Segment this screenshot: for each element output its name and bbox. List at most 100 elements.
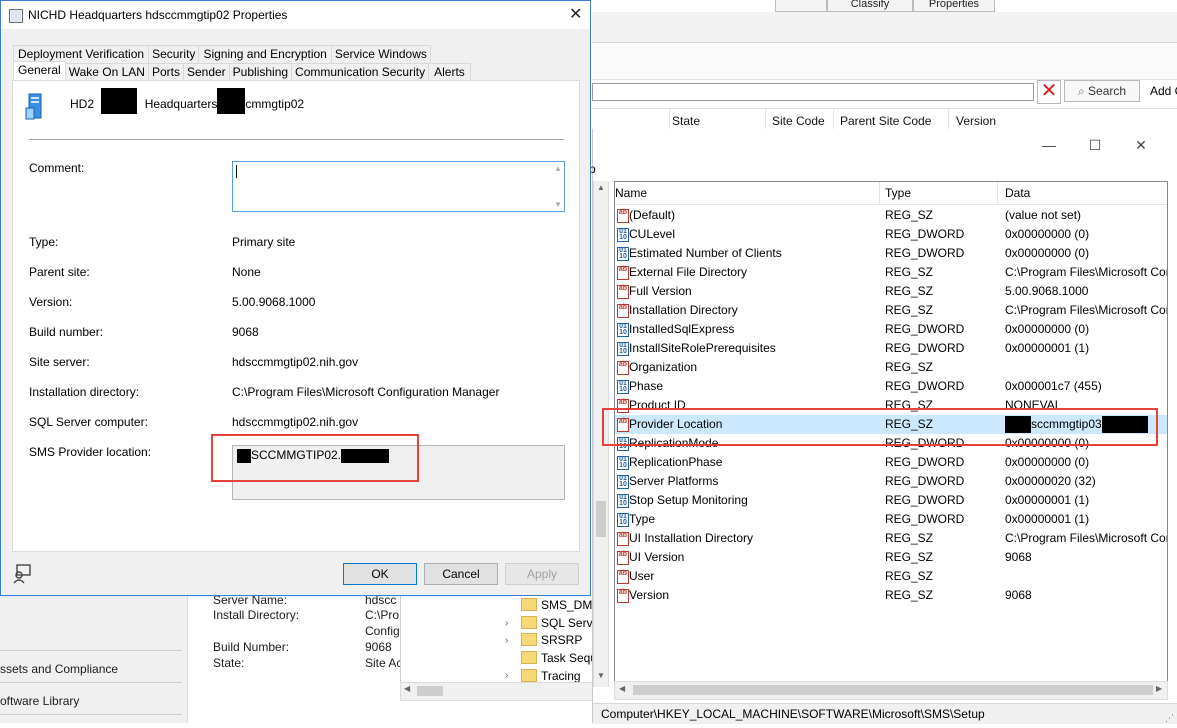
tree-item-label: SQL Serve bbox=[541, 616, 597, 630]
column-separator[interactable] bbox=[669, 109, 670, 131]
registry-value-row[interactable]: ab Version REG_SZ 9068 bbox=[615, 586, 1167, 605]
registry-value-row[interactable]: 01 10 Server Platforms REG_DWORD 0x00000020 … bbox=[615, 472, 1167, 491]
value-name: Type bbox=[629, 512, 656, 526]
scroll-down-icon[interactable]: ▼ bbox=[554, 200, 562, 209]
nav-software-library[interactable]: oftware Library bbox=[0, 694, 79, 708]
scroll-left-icon[interactable]: ◀ bbox=[619, 684, 625, 693]
column-state[interactable]: State bbox=[672, 114, 700, 128]
reg-binary-icon: 01 10 bbox=[617, 513, 629, 527]
tree-horizontal-scrollbar[interactable]: ◀ bbox=[400, 682, 598, 701]
tab-service-windows[interactable]: Service Windows bbox=[330, 45, 431, 63]
column-name[interactable]: Name bbox=[615, 186, 647, 200]
tree-item[interactable]: Task Sequ bbox=[521, 651, 597, 665]
tree-item[interactable]: SRSRP bbox=[521, 633, 582, 647]
column-parent-site-code[interactable]: Parent Site Code bbox=[840, 114, 931, 128]
nav-assets-and-compliance[interactable]: ssets and Compliance bbox=[0, 662, 118, 676]
ribbon-tab-blank[interactable] bbox=[775, 0, 827, 12]
registry-value-row[interactable]: ab UI Version REG_SZ 9068 bbox=[615, 548, 1167, 567]
tree-item[interactable]: SQL Serve bbox=[521, 616, 597, 630]
registry-value-row[interactable]: ab Organization REG_SZ bbox=[615, 358, 1167, 377]
scroll-up-icon[interactable]: ▲ bbox=[595, 181, 607, 195]
search-filter-input[interactable] bbox=[592, 83, 1034, 101]
ok-button[interactable]: OK bbox=[343, 563, 417, 585]
reg-string-icon: ab bbox=[617, 304, 629, 318]
tree-item[interactable]: Tracing bbox=[521, 669, 581, 683]
type-label: Type: bbox=[29, 235, 59, 249]
column-site-code[interactable]: Site Code bbox=[772, 114, 825, 128]
registry-value-row[interactable]: 01 10 Stop Setup Monitoring REG_DWORD 0x0000… bbox=[615, 491, 1167, 510]
column-separator[interactable] bbox=[948, 109, 949, 131]
scroll-down-icon[interactable]: ▼ bbox=[595, 669, 607, 683]
folder-icon bbox=[521, 616, 537, 629]
cancel-button[interactable]: Cancel bbox=[424, 563, 498, 585]
tab-signing-and-encryption[interactable]: Signing and Encryption bbox=[198, 45, 332, 63]
apply-button[interactable]: Apply bbox=[505, 563, 579, 585]
value-data: 0x00000001 (1) bbox=[1005, 512, 1090, 526]
clear-search-icon[interactable]: ✕ bbox=[1037, 80, 1061, 104]
registry-value-row[interactable]: 01 10 Type REG_DWORD 0x00000001 (1) bbox=[615, 510, 1167, 529]
chevron-right-icon[interactable]: › bbox=[505, 635, 508, 646]
scroll-right-icon[interactable]: ▶ bbox=[1156, 684, 1162, 693]
column-version[interactable]: Version bbox=[956, 114, 996, 128]
column-separator[interactable] bbox=[765, 109, 766, 131]
chevron-right-icon[interactable]: › bbox=[505, 618, 508, 629]
registry-value-row[interactable]: ab Full Version REG_SZ 5.00.9068.1000 bbox=[615, 282, 1167, 301]
tab-sender[interactable]: Sender bbox=[182, 63, 230, 81]
values-horizontal-scrollbar[interactable]: ◀ ▶ bbox=[614, 681, 1168, 700]
registry-value-row[interactable]: 01 10 CULevel REG_DWORD 0x00000000 (0) bbox=[615, 225, 1167, 244]
site-properties-dialog: NICHD Headquarters hdsccmmgtip02 Propert… bbox=[0, 0, 591, 596]
reg-binary-icon: 01 10 bbox=[617, 494, 629, 508]
tab-alerts[interactable]: Alerts bbox=[428, 63, 471, 81]
tab-communication-security[interactable]: Communication Security bbox=[291, 63, 430, 81]
registry-value-row[interactable]: ab Installation Directory REG_SZ C:\Program… bbox=[615, 301, 1167, 320]
value-data: 0x00000000 (0) bbox=[1005, 322, 1090, 336]
tab-wake-on-lan[interactable]: Wake On LAN bbox=[64, 63, 149, 81]
value-type: REG_DWORD bbox=[885, 474, 965, 488]
tree-item[interactable]: SMS_DMP bbox=[521, 598, 597, 612]
registry-value-row[interactable]: 01 10 Estimated Number of Clients REG_DWORD… bbox=[615, 244, 1167, 263]
value-name: UI Installation Directory bbox=[629, 531, 754, 545]
column-separator[interactable] bbox=[879, 182, 880, 204]
column-data[interactable]: Data bbox=[1005, 186, 1030, 200]
ribbon-tab-classify[interactable]: Classify bbox=[827, 0, 913, 12]
folder-icon bbox=[521, 669, 537, 682]
column-type[interactable]: Type bbox=[885, 186, 911, 200]
registry-value-row[interactable]: 01 10 InstallSiteRolePrerequisites REG_DWOR… bbox=[615, 339, 1167, 358]
site-name-header: HD2 Headquarters cmmgtip02 bbox=[70, 88, 304, 114]
comment-textarea[interactable]: ▲ ▼ bbox=[232, 161, 565, 212]
registry-value-row[interactable]: ab User REG_SZ bbox=[615, 567, 1167, 586]
resize-grip-icon[interactable]: ⋰ bbox=[1165, 708, 1174, 728]
ribbon-tab-properties[interactable]: Properties bbox=[913, 0, 995, 12]
chevron-right-icon[interactable]: › bbox=[505, 670, 508, 681]
registry-value-row[interactable]: 01 10 InstalledSqlExpress REG_DWORD 0x000000… bbox=[615, 320, 1167, 339]
maximize-button[interactable]: ☐ bbox=[1072, 137, 1118, 154]
window-caption-buttons: — ☐ ✕ bbox=[1026, 137, 1164, 154]
search-button[interactable]: ⌕ Search bbox=[1064, 80, 1140, 102]
value-data: 0x00000000 (0) bbox=[1005, 227, 1090, 241]
scroll-thumb[interactable] bbox=[417, 686, 443, 696]
registry-value-row[interactable]: ab UI Installation Directory REG_SZ C:\Prog… bbox=[615, 529, 1167, 548]
user-help-icon[interactable] bbox=[11, 563, 33, 585]
registry-value-row[interactable]: 01 10 ReplicationPhase REG_DWORD 0x00000000 … bbox=[615, 453, 1167, 472]
value-data: C:\Program Files\Microsoft Cor bbox=[1005, 265, 1167, 279]
registry-value-row[interactable]: ab (Default) REG_SZ (value not set) bbox=[615, 206, 1167, 225]
value-name: (Default) bbox=[629, 208, 676, 222]
value-data: (value not set) bbox=[1005, 208, 1082, 222]
dialog-titlebar[interactable]: NICHD Headquarters hdsccmmgtip02 Propert… bbox=[1, 1, 590, 29]
registry-value-row[interactable]: 01 10 Phase REG_DWORD 0x000001c7 (455) bbox=[615, 377, 1167, 396]
tab-publishing[interactable]: Publishing bbox=[228, 63, 293, 81]
close-icon[interactable]: ✕ bbox=[569, 4, 582, 24]
tab-general[interactable]: General bbox=[13, 61, 66, 81]
scroll-up-icon[interactable]: ▲ bbox=[554, 164, 562, 173]
registry-value-row[interactable]: ab External File Directory REG_SZ C:\Progra… bbox=[615, 263, 1167, 282]
tab-security[interactable]: Security bbox=[148, 45, 200, 63]
scroll-thumb[interactable] bbox=[633, 685, 1153, 695]
column-separator[interactable] bbox=[997, 182, 998, 204]
scroll-thumb[interactable] bbox=[596, 501, 606, 537]
add-criteria-link[interactable]: Add C bbox=[1150, 84, 1177, 98]
minimize-button[interactable]: — bbox=[1026, 137, 1072, 154]
scroll-left-icon[interactable]: ◀ bbox=[404, 684, 410, 693]
tab-ports[interactable]: Ports bbox=[147, 63, 184, 81]
column-separator[interactable] bbox=[833, 109, 834, 131]
close-button[interactable]: ✕ bbox=[1118, 137, 1164, 154]
